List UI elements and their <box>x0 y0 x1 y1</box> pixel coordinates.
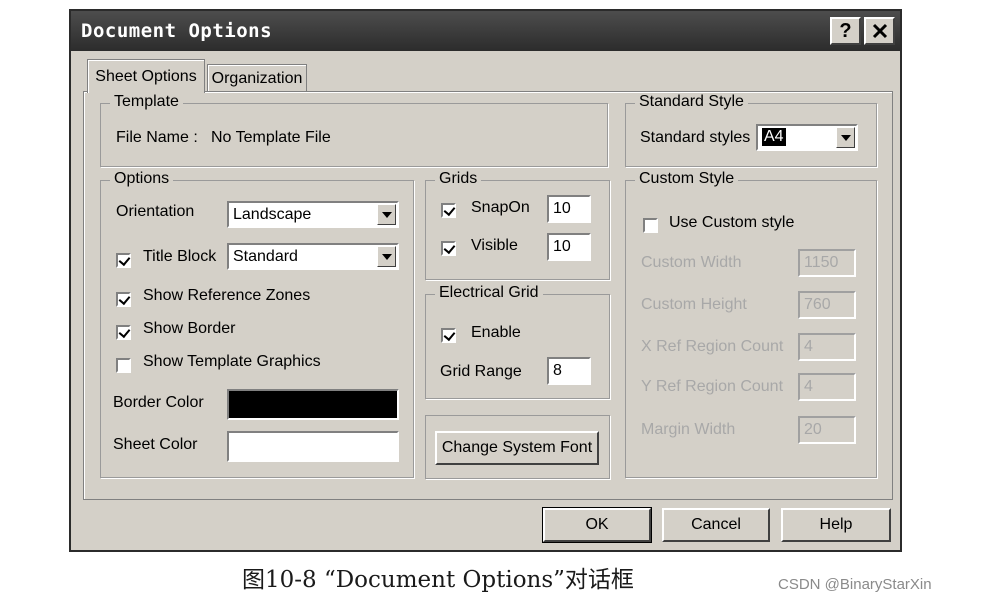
visible-label: Visible <box>471 237 518 254</box>
enable-checkbox[interactable] <box>441 328 456 343</box>
snap-on-input[interactable]: 10 <box>547 195 591 223</box>
group-label: Custom Style <box>635 170 739 188</box>
show-reference-zones-label: Show Reference Zones <box>143 287 311 304</box>
y-ref-region-count-label: Y Ref Region Count <box>641 378 784 395</box>
show-border-checkbox[interactable] <box>116 325 131 340</box>
show-reference-zones-checkbox[interactable] <box>116 292 131 307</box>
sheet-options-panel: Template File Name : No Template File St… <box>83 91 893 500</box>
help-title-button[interactable]: ? <box>830 17 861 45</box>
title-block-value: Standard <box>233 248 298 265</box>
watermark: CSDN @BinaryStarXin <box>778 576 932 593</box>
sheet-color-swatch[interactable] <box>227 431 399 462</box>
grid-range-input[interactable]: 8 <box>547 357 591 385</box>
grids-group: Grids SnapOn 10 Visible 10 <box>425 170 610 280</box>
title-block-checkbox[interactable] <box>116 253 131 268</box>
title-block-label: Title Block <box>143 248 217 265</box>
show-border-label: Show Border <box>143 320 236 337</box>
chevron-down-icon[interactable] <box>377 204 396 225</box>
group-label: Electrical Grid <box>435 284 543 302</box>
sheet-color-label: Sheet Color <box>113 436 198 453</box>
close-icon <box>872 23 887 39</box>
file-name-label: File Name : <box>116 129 198 146</box>
button-label: Cancel <box>691 516 741 533</box>
group-label: Options <box>110 170 174 188</box>
standard-styles-label: Standard styles <box>640 129 751 146</box>
orientation-select[interactable]: Landscape <box>227 201 399 228</box>
options-group: Options Orientation Landscape Title Bloc… <box>100 170 414 478</box>
tab-organization[interactable]: Organization <box>207 64 307 92</box>
button-label: Help <box>819 516 853 533</box>
custom-height-label: Custom Height <box>641 296 747 313</box>
margin-width-input[interactable]: 20 <box>798 416 856 444</box>
figure-caption: 图10-8 “Document Options”对话框 <box>242 567 634 593</box>
button-label: Change System Font <box>441 439 593 456</box>
visible-checkbox[interactable] <box>441 241 456 256</box>
border-color-swatch[interactable] <box>227 389 399 420</box>
template-group: Template File Name : No Template File <box>100 93 608 167</box>
standard-styles-select[interactable]: A4 <box>756 124 858 151</box>
tab-label: Sheet Options <box>95 67 197 85</box>
show-template-graphics-label: Show Template Graphics <box>143 353 321 370</box>
custom-height-input[interactable]: 760 <box>798 291 856 319</box>
grid-range-label: Grid Range <box>440 363 522 380</box>
group-label: Standard Style <box>635 93 748 111</box>
question-icon: ? <box>839 19 852 42</box>
tab-label: Organization <box>211 69 303 87</box>
standard-styles-value: A4 <box>762 128 786 146</box>
custom-width-label: Custom Width <box>641 254 742 271</box>
ok-button[interactable]: OK <box>542 507 652 543</box>
change-system-font-button[interactable]: Change System Font <box>435 431 599 465</box>
chevron-down-icon[interactable] <box>836 127 855 148</box>
file-name-value: No Template File <box>211 129 331 146</box>
use-custom-style-checkbox[interactable] <box>643 218 658 233</box>
title-bar[interactable]: Document Options ? <box>71 11 900 51</box>
border-color-label: Border Color <box>113 394 204 411</box>
electrical-grid-group: Electrical Grid Enable Grid Range 8 <box>425 284 610 399</box>
title-block-select[interactable]: Standard <box>227 243 399 270</box>
snap-on-label: SnapOn <box>471 199 530 216</box>
use-custom-style-label: Use Custom style <box>669 214 795 231</box>
window-title: Document Options <box>81 20 273 42</box>
standard-style-group: Standard Style Standard styles A4 <box>625 93 877 167</box>
button-label: OK <box>585 516 609 533</box>
x-ref-region-count-label: X Ref Region Count <box>641 338 784 355</box>
show-template-graphics-checkbox[interactable] <box>116 358 131 373</box>
group-label: Template <box>110 93 183 111</box>
visible-input[interactable]: 10 <box>547 233 591 261</box>
snap-on-checkbox[interactable] <box>441 203 456 218</box>
enable-label: Enable <box>471 324 521 341</box>
group-label: Grids <box>435 170 482 188</box>
tab-sheet-options[interactable]: Sheet Options <box>87 59 205 93</box>
orientation-label: Orientation <box>116 203 195 220</box>
margin-width-label: Margin Width <box>641 421 736 438</box>
help-button[interactable]: Help <box>781 508 891 542</box>
orientation-value: Landscape <box>233 206 312 223</box>
custom-width-input[interactable]: 1150 <box>798 249 856 277</box>
system-font-group: Change System Font <box>425 415 610 479</box>
chevron-down-icon[interactable] <box>377 246 396 267</box>
custom-style-group: Custom Style Use Custom style Custom Wid… <box>625 170 877 478</box>
close-button[interactable] <box>864 17 895 45</box>
document-options-dialog: Document Options ? Sheet Options Organiz… <box>69 9 902 552</box>
x-ref-region-count-input[interactable]: 4 <box>798 333 856 361</box>
y-ref-region-count-input[interactable]: 4 <box>798 373 856 401</box>
cancel-button[interactable]: Cancel <box>662 508 770 542</box>
